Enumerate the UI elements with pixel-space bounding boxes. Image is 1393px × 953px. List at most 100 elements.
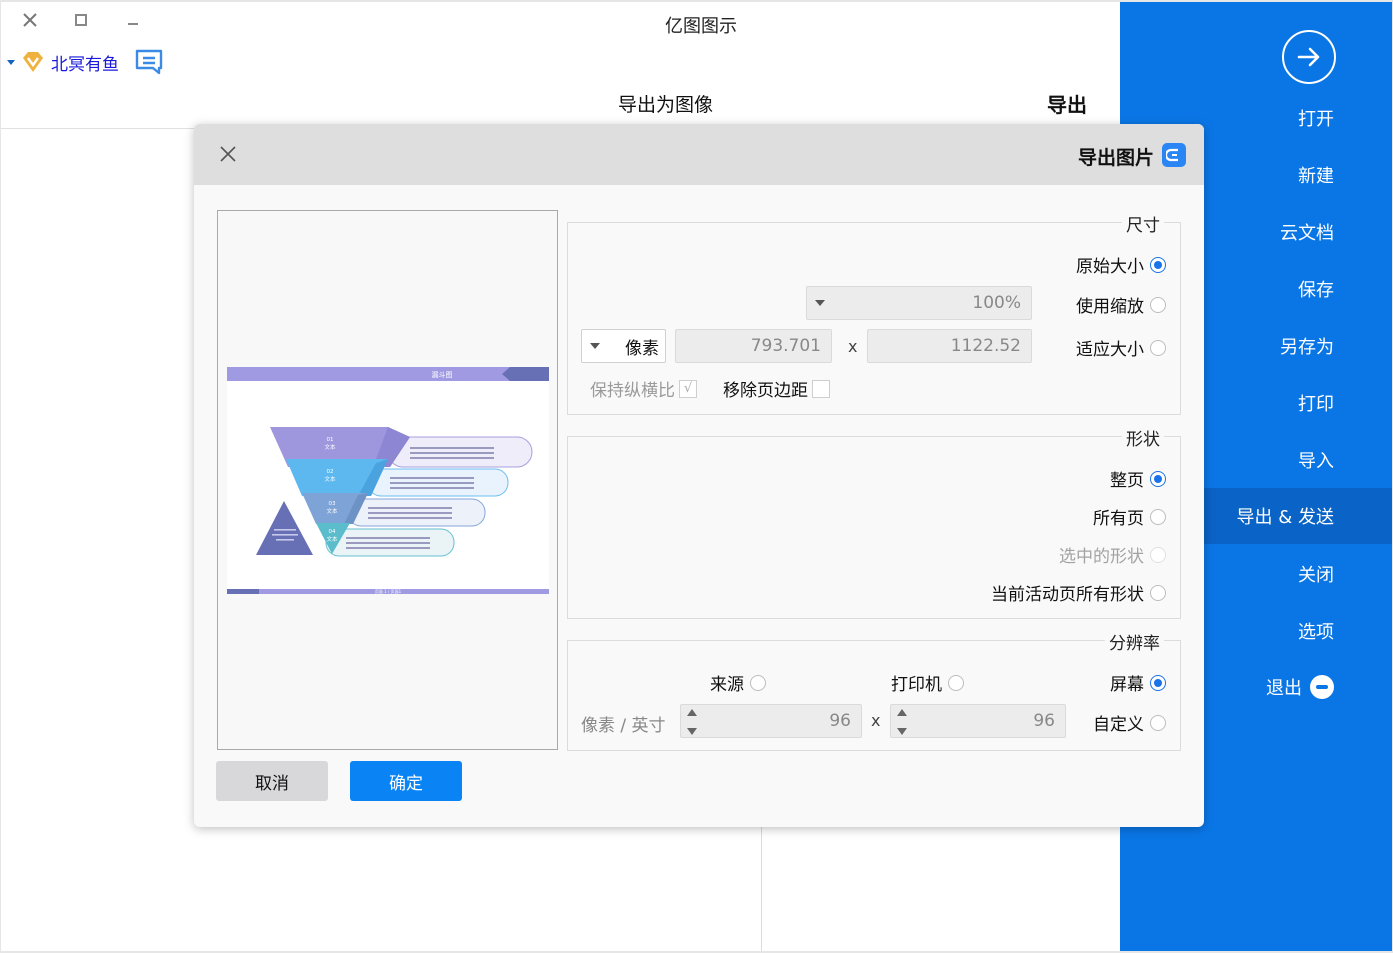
zoom-select[interactable]: 100% bbox=[806, 286, 1032, 320]
image-preview: 漏斗图 01 文本 02 文本 03 文本 04 文本 页面 1 / 页面1 bbox=[217, 210, 558, 750]
arrow-right-circle-icon bbox=[1297, 47, 1320, 67]
checkbox[interactable] bbox=[812, 379, 830, 398]
funnel-level-3-label: 文本 bbox=[326, 507, 338, 515]
shape-selected-radio[interactable]: 选中的形状 bbox=[1059, 542, 1166, 567]
radio-label: 打印机 bbox=[891, 675, 942, 695]
radio-button[interactable] bbox=[1150, 256, 1166, 273]
ok-button[interactable]: 确定 bbox=[350, 761, 462, 801]
resolution-source-radio[interactable]: 来源 bbox=[710, 670, 766, 695]
funnel-level-1-num: 01 bbox=[327, 437, 334, 443]
sidebar-item-label: 另存为 bbox=[1280, 337, 1334, 358]
radio-button[interactable] bbox=[1150, 584, 1166, 601]
app-title: 亿图图示 bbox=[665, 16, 737, 37]
resolution-custom-radio[interactable]: 自定义 bbox=[1093, 710, 1166, 735]
export-image-dialog: 导出图片 漏斗图 01 文本 02 文本 03 文本 04 文本 页面 1 / … bbox=[194, 124, 1204, 827]
radio-label: 原始大小 bbox=[1076, 257, 1144, 277]
zoom-value: 100% bbox=[972, 293, 1021, 313]
radio-label: 选中的形状 bbox=[1059, 547, 1144, 567]
size-fit-radio[interactable]: 适应大小 bbox=[1076, 335, 1166, 360]
app-logo-icon bbox=[1162, 143, 1186, 167]
funnel-level-1-label: 文本 bbox=[324, 443, 336, 451]
size-x-separator: x bbox=[848, 337, 858, 356]
username[interactable]: 北冥有鱼 bbox=[51, 50, 119, 75]
height-value: 793.701 bbox=[750, 336, 821, 356]
unit-select[interactable]: 像素 bbox=[581, 329, 666, 363]
window-close-button[interactable] bbox=[18, 8, 42, 32]
shape-current-page-radio[interactable]: 当前活动页所有形状 bbox=[991, 580, 1166, 605]
sidebar-item-label: 打印 bbox=[1298, 394, 1334, 415]
preview-footer-tab bbox=[227, 589, 259, 594]
message-icon[interactable] bbox=[133, 48, 165, 76]
dropdown-arrow-icon bbox=[590, 343, 600, 349]
radio-button[interactable] bbox=[1150, 674, 1166, 691]
resolution-group: 分辨率 屏幕 打印机 来源 自定义 96 x 96 像素 / 英寸 bbox=[567, 629, 1181, 751]
open-circle-button[interactable] bbox=[1282, 30, 1336, 84]
radio-button[interactable] bbox=[1150, 296, 1166, 313]
funnel-level-4-label: 文本 bbox=[326, 535, 338, 543]
dpi-y-stepper[interactable]: 96 bbox=[680, 704, 862, 738]
dpi-x-stepper[interactable]: 96 bbox=[890, 704, 1066, 738]
close-icon bbox=[220, 146, 236, 162]
cancel-button[interactable]: 取消 bbox=[216, 761, 328, 801]
radio-button[interactable] bbox=[1150, 508, 1166, 525]
radio-label: 适应大小 bbox=[1076, 340, 1144, 360]
sidebar-item-label: 选项 bbox=[1298, 622, 1334, 643]
dpi-x-value: 96 bbox=[1033, 711, 1055, 731]
resolution-screen-radio[interactable]: 屏幕 bbox=[1110, 670, 1166, 695]
radio-label: 屏幕 bbox=[1110, 675, 1144, 695]
sidebar-item-label: 新建 bbox=[1298, 166, 1334, 187]
radio-button[interactable] bbox=[1150, 470, 1166, 487]
resolution-printer-radio[interactable]: 打印机 bbox=[891, 670, 964, 695]
radio-label: 自定义 bbox=[1093, 715, 1144, 735]
vip-diamond-icon bbox=[23, 52, 43, 72]
caret-down-icon[interactable] bbox=[7, 59, 15, 65]
remove-margin-checkbox[interactable]: 移除页边距 bbox=[723, 376, 830, 401]
size-original-radio[interactable]: 原始大小 bbox=[1076, 252, 1166, 277]
minus-circle-icon bbox=[1310, 675, 1334, 699]
sidebar-item-label: 打开 bbox=[1298, 109, 1334, 130]
keep-ratio-checkbox[interactable]: √ 保持纵横比 bbox=[590, 376, 697, 401]
shape-all-pages-radio[interactable]: 所有页 bbox=[1093, 504, 1166, 529]
window-minimize-button[interactable] bbox=[121, 8, 145, 32]
user-bar: 北冥有鱼 bbox=[7, 48, 165, 76]
width-input[interactable]: 1122.52 bbox=[867, 329, 1032, 363]
radio-button[interactable] bbox=[948, 674, 964, 691]
radio-button[interactable] bbox=[750, 674, 766, 691]
radio-label: 当前活动页所有形状 bbox=[991, 585, 1144, 605]
radio-label: 来源 bbox=[710, 675, 744, 695]
dialog-header: 导出图片 bbox=[194, 124, 1204, 185]
sidebar-item-label: 导入 bbox=[1298, 451, 1334, 472]
maximize-icon bbox=[75, 14, 87, 26]
radio-button[interactable] bbox=[1150, 546, 1166, 563]
sidebar-item-label: 导出 & 发送 bbox=[1236, 507, 1334, 528]
radio-button[interactable] bbox=[1150, 714, 1166, 731]
preview-title-tab bbox=[502, 367, 549, 381]
shape-legend: 形状 bbox=[1122, 425, 1164, 450]
dropdown-arrow-icon bbox=[815, 300, 825, 306]
checkbox-label: 保持纵横比 bbox=[590, 381, 675, 401]
size-legend: 尺寸 bbox=[1122, 211, 1164, 236]
resolution-legend: 分辨率 bbox=[1105, 629, 1164, 654]
height-input[interactable]: 793.701 bbox=[675, 329, 832, 363]
sidebar-item-label: 保存 bbox=[1298, 280, 1334, 301]
sidebar-item-label: 关闭 bbox=[1298, 565, 1334, 586]
export-heading: 导出 bbox=[1047, 93, 1087, 117]
checkbox[interactable]: √ bbox=[679, 379, 697, 398]
shape-whole-page-radio[interactable]: 整页 bbox=[1110, 466, 1166, 491]
minimize-icon bbox=[128, 23, 138, 25]
radio-label: 所有页 bbox=[1093, 509, 1144, 529]
radio-button[interactable] bbox=[1150, 339, 1166, 356]
checkmark-icon: √ bbox=[683, 381, 693, 396]
size-zoom-radio[interactable]: 使用缩放 bbox=[1076, 292, 1166, 317]
preview-canvas: 漏斗图 01 文本 02 文本 03 文本 04 文本 页面 1 / 页面1 bbox=[227, 367, 549, 594]
window-maximize-button[interactable] bbox=[69, 8, 93, 32]
dialog-close-button[interactable] bbox=[216, 142, 240, 166]
size-group: 尺寸 原始大小 使用缩放 适应大小 100% 1122.52 x 793.701… bbox=[567, 211, 1181, 415]
sidebar-item-label: 退出 bbox=[1266, 678, 1302, 699]
spin-arrows-icon[interactable] bbox=[897, 709, 907, 735]
spin-arrows-icon[interactable] bbox=[687, 709, 697, 735]
checkbox-label: 移除页边距 bbox=[723, 381, 808, 401]
sidebar-item-label: 云文档 bbox=[1280, 223, 1334, 244]
width-value: 1122.52 bbox=[950, 336, 1021, 356]
preview-footer-text: 页面 1 / 页面1 bbox=[375, 589, 402, 594]
